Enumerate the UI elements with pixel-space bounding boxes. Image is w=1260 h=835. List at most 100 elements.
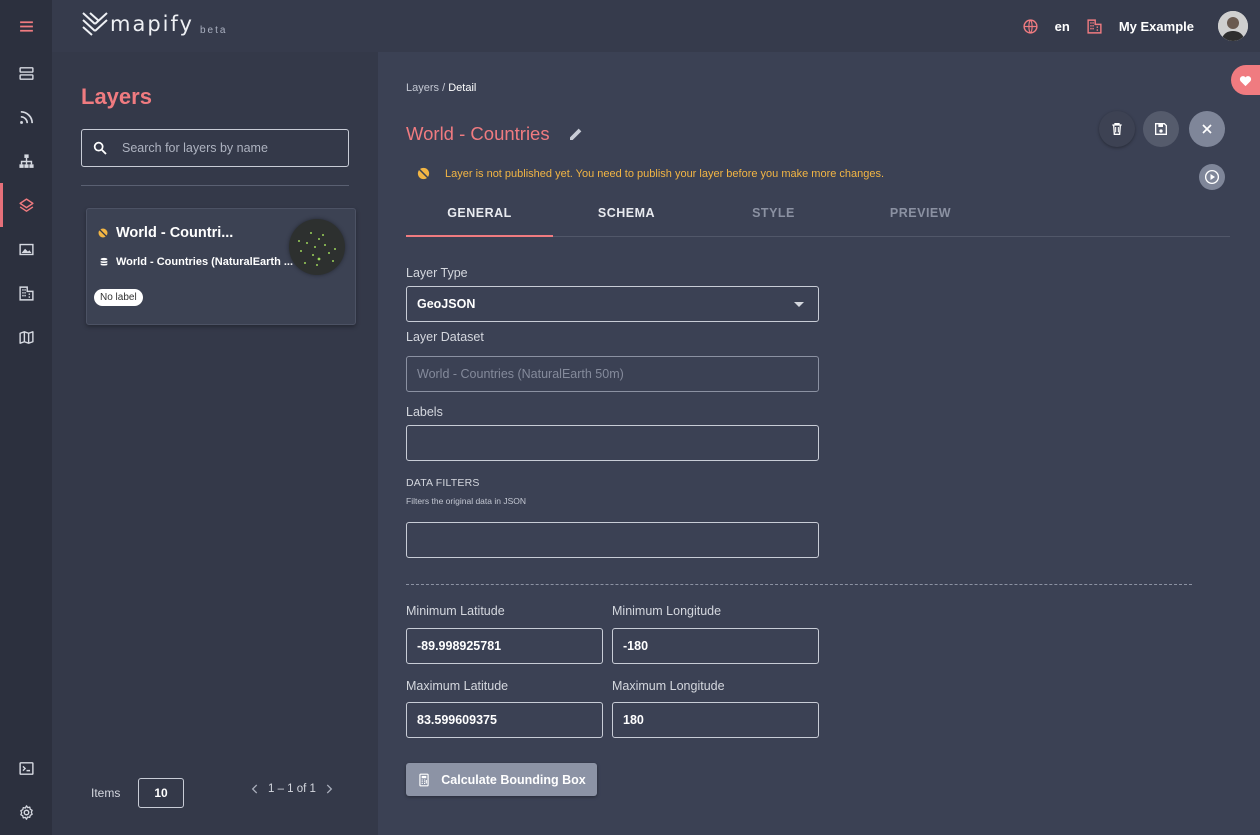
trash-icon (1112, 123, 1122, 135)
layer-dataset-field: World - Countries (NaturalEarth 50m) (406, 356, 819, 392)
caret-down-icon (794, 302, 804, 307)
rail-item-maps[interactable] (0, 319, 52, 355)
avatar[interactable] (1218, 11, 1248, 41)
breadcrumb-layers[interactable]: Layers (406, 82, 439, 94)
layer-type-select[interactable]: GeoJSON (406, 286, 819, 322)
pagination-range: 1 – 1 of 1 (268, 783, 316, 795)
calculate-button-label: Calculate Bounding Box (441, 772, 586, 787)
heart-icon (1239, 75, 1252, 86)
play-icon (1204, 169, 1220, 185)
unpublished-icon (417, 167, 430, 180)
layer-type-value: GeoJSON (417, 297, 476, 311)
rss-feed-icon (19, 110, 33, 124)
layers-panel: Layers World - Countri... World - Countr… (52, 52, 378, 835)
max-latitude-label: Maximum Latitude (406, 679, 509, 693)
data-filters-subtitle: Filters the original data in JSON (406, 496, 526, 506)
max-longitude-label: Maximum Longitude (612, 679, 725, 693)
settings-icon (19, 804, 33, 820)
close-button[interactable] (1189, 111, 1225, 147)
min-latitude-value: -89.998925781 (417, 639, 502, 653)
calculator-icon (419, 773, 429, 786)
layer-dataset-value: World - Countries (NaturalEarth 50m) (417, 367, 624, 381)
building-icon (18, 285, 34, 301)
layer-detail: Layers / Detail World - Countries Layer … (378, 52, 1260, 835)
language-selector[interactable]: en (1055, 19, 1070, 34)
menu-button[interactable] (0, 8, 52, 44)
max-latitude-input[interactable]: 83.599609375 (406, 702, 603, 738)
breadcrumb-separator: / (442, 82, 446, 94)
tab-general[interactable]: GENERAL (406, 202, 553, 237)
min-longitude-label: Minimum Longitude (612, 604, 722, 618)
organization-selector[interactable]: My Example (1119, 19, 1194, 34)
pencil-icon[interactable] (568, 126, 584, 142)
delete-button[interactable] (1099, 111, 1135, 147)
chevron-left-icon[interactable] (248, 782, 262, 796)
mapify-logo-icon (82, 12, 108, 36)
save-button[interactable] (1143, 111, 1179, 147)
favorite-tab[interactable] (1231, 65, 1260, 95)
storage-icon (18, 66, 34, 80)
divider (81, 185, 349, 186)
rail-item-layers[interactable] (0, 187, 52, 223)
tab-schema[interactable]: SCHEMA (553, 202, 700, 236)
rail-item-structure[interactable] (0, 143, 52, 179)
min-longitude-input[interactable]: -180 (612, 628, 819, 664)
layers-icon (18, 197, 34, 212)
top-bar: mapify beta en My Example (52, 0, 1260, 52)
max-latitude-value: 83.599609375 (417, 713, 497, 727)
search-input[interactable] (122, 141, 332, 155)
data-filters-input[interactable] (406, 522, 819, 558)
map-dots-preview (298, 232, 336, 266)
layer-dataset-label: Layer Dataset (406, 330, 484, 344)
breadcrumb-detail: Detail (448, 82, 477, 94)
search-box[interactable] (81, 129, 349, 167)
rail-item-organizations[interactable] (0, 275, 52, 311)
items-per-page-select[interactable]: 10 (138, 778, 184, 808)
labels-label: Labels (406, 405, 443, 419)
rail-item-feeds[interactable] (0, 99, 52, 135)
tab-bar: GENERAL SCHEMA STYLE PREVIEW (406, 202, 1230, 237)
globe-icon[interactable] (1022, 18, 1039, 35)
page-title: World - Countries (406, 123, 550, 144)
max-longitude-value: 180 (623, 713, 644, 727)
rail-item-console[interactable] (0, 750, 52, 786)
hierarchy-icon (18, 153, 34, 168)
app-logo[interactable]: mapify beta (82, 10, 227, 38)
publish-button[interactable] (1199, 164, 1225, 190)
search-icon (93, 141, 107, 155)
layer-thumbnail (289, 219, 345, 275)
chevron-right-icon[interactable] (322, 782, 336, 796)
rail-item-images[interactable] (0, 231, 52, 267)
menu-icon (19, 20, 33, 32)
user-avatar-icon (1218, 11, 1248, 41)
section-divider (406, 584, 1192, 585)
pagination: 1 – 1 of 1 (248, 782, 336, 796)
min-longitude-value: -180 (623, 639, 649, 653)
dataset-icon (100, 257, 108, 266)
unpublished-warning: Layer is not published yet. You need to … (416, 166, 884, 181)
app-name: mapify (110, 12, 194, 36)
rail-item-datasets[interactable] (0, 55, 52, 91)
warning-text: Layer is not published yet. You need to … (445, 167, 885, 180)
layer-card-title: World - Countri... (116, 225, 234, 241)
building-icon[interactable] (1086, 18, 1103, 35)
terminal-icon (18, 761, 34, 775)
min-latitude-label: Minimum Latitude (406, 604, 505, 618)
data-filters-title: DATA FILTERS (406, 477, 480, 489)
tab-preview: PREVIEW (889, 206, 952, 220)
rail-item-settings[interactable] (0, 794, 52, 830)
items-per-page-label: Items (91, 786, 121, 800)
beta-tag: beta (199, 25, 228, 36)
labels-input[interactable] (406, 425, 819, 461)
side-rail (0, 0, 52, 835)
unpublished-icon (98, 228, 108, 238)
max-longitude-input[interactable]: 180 (612, 702, 819, 738)
min-latitude-input[interactable]: -89.998925781 (406, 628, 603, 664)
calculate-bounding-box-button[interactable]: Calculate Bounding Box (406, 763, 597, 796)
label-chip: No label (94, 289, 143, 306)
layer-card[interactable]: World - Countri... World - Countries (Na… (86, 208, 356, 325)
layer-type-label: Layer Type (406, 266, 468, 280)
map-icon (18, 330, 34, 344)
panel-title: Layers (81, 84, 152, 109)
close-icon (1202, 124, 1212, 134)
